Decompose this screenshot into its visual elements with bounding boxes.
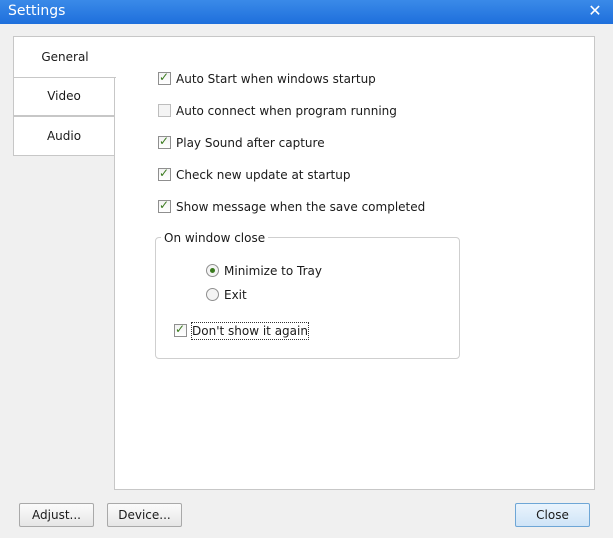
check-icon: ✓ bbox=[175, 322, 186, 336]
check-icon: ✓ bbox=[159, 198, 170, 212]
title-bar: Settings ✕ bbox=[0, 0, 613, 24]
check-icon: ✓ bbox=[159, 134, 170, 148]
on-close-group bbox=[155, 237, 460, 359]
check-update-checkbox[interactable]: ✓ bbox=[158, 166, 171, 181]
on-close-title: On window close bbox=[161, 230, 269, 246]
tab-video[interactable]: Video bbox=[13, 76, 115, 116]
auto-connect-checkbox[interactable] bbox=[158, 104, 171, 117]
check-update-label: Check new update at startup bbox=[176, 168, 351, 182]
tab-audio[interactable]: Audio bbox=[13, 116, 115, 156]
window-title: Settings bbox=[8, 3, 66, 19]
tab-general[interactable]: General bbox=[13, 36, 116, 78]
radio-dot-icon bbox=[210, 268, 215, 273]
show-message-label: Show message when the save completed bbox=[176, 200, 426, 214]
dont-show-label: Don't show it again bbox=[191, 322, 309, 340]
close-icon[interactable]: ✕ bbox=[587, 2, 603, 20]
check-icon: ✓ bbox=[159, 166, 170, 180]
minimize-radio[interactable] bbox=[206, 264, 219, 277]
exit-label: Exit bbox=[224, 288, 247, 302]
adjust-button[interactable]: Adjust... bbox=[19, 503, 94, 527]
device-button[interactable]: Device... bbox=[107, 503, 182, 527]
auto-start-checkbox[interactable]: ✓ bbox=[158, 70, 171, 85]
check-icon: ✓ bbox=[159, 70, 170, 84]
auto-start-label: Auto Start when windows startup bbox=[176, 72, 376, 86]
dont-show-checkbox[interactable]: ✓ bbox=[174, 322, 187, 337]
auto-connect-label: Auto connect when program running bbox=[176, 104, 397, 118]
minimize-label: Minimize to Tray bbox=[224, 264, 322, 278]
exit-radio[interactable] bbox=[206, 288, 219, 301]
show-message-checkbox[interactable]: ✓ bbox=[158, 198, 171, 213]
play-sound-label: Play Sound after capture bbox=[176, 136, 325, 150]
play-sound-checkbox[interactable]: ✓ bbox=[158, 134, 171, 149]
close-button[interactable]: Close bbox=[515, 503, 590, 527]
